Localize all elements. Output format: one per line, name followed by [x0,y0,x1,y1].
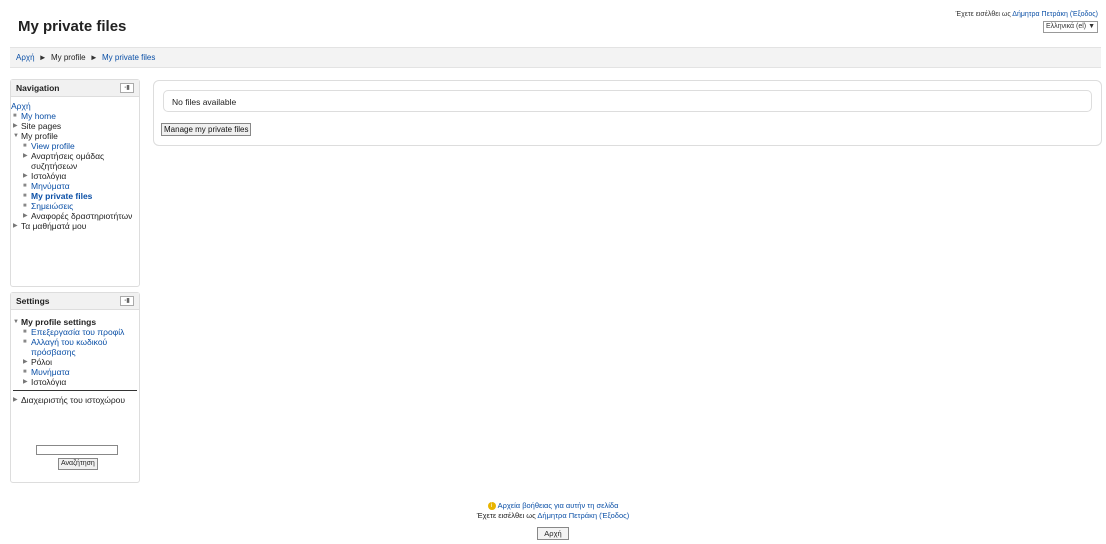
bullet-icon: ■ [23,329,27,335]
help-docs-link[interactable]: Αρχεία βοήθειας για αυτήν τη σελίδα [498,501,619,510]
nav-home-label[interactable]: Αρχή [11,101,31,111]
private-files-region: No files available Manage my private fil… [153,80,1102,146]
settings-messages-label[interactable]: Μυνήματα [31,367,70,377]
page-title: My private files [18,18,127,35]
footer: i Αρχεία βοήθειας για αυτήν τη σελίδα Έχε… [0,501,1106,540]
bullet-icon: ■ [23,193,27,199]
breadcrumb: Αρχή ► My profile ► My private files [10,47,1101,68]
collapse-block-icon[interactable]: -▮ [120,83,134,93]
settings-roles[interactable]: ▶ Ρόλοι [11,357,139,367]
collapse-arrow-icon[interactable]: ▼ [13,317,19,327]
breadcrumb-separator: ► [89,53,98,62]
expand-arrow-icon[interactable]: ▶ [13,221,18,231]
bullet-icon: ■ [23,339,27,345]
settings-blogs[interactable]: ▶ Ιστολόγια [11,377,139,390]
nav-forum-posts-label[interactable]: Αναρτήσεις ομάδας συζητήσεων [31,151,104,171]
expand-arrow-icon[interactable]: ▶ [13,395,18,405]
user-name-link[interactable]: Δήμητρα Πετράκη [1012,11,1068,18]
nav-site-pages[interactable]: ▶ Site pages [11,121,139,131]
collapse-block-icon[interactable]: -▮ [120,296,134,306]
nav-view-profile[interactable]: ■ View profile [11,141,139,151]
nav-my-profile-label[interactable]: My profile [21,131,58,141]
nav-blogs[interactable]: ▶ Ιστολόγια [11,171,139,181]
breadcrumb-home[interactable]: Αρχή [16,53,35,62]
settings-profile[interactable]: ▼ My profile settings [11,317,139,327]
nav-site-pages-label[interactable]: Site pages [21,121,61,131]
help-link-row: i Αρχεία βοήθειας για αυτήν τη σελίδα [0,501,1106,511]
expand-arrow-icon[interactable]: ▶ [23,377,28,387]
bullet-icon: ■ [13,113,17,119]
nav-home[interactable]: Αρχή [11,101,139,111]
nav-my-home[interactable]: ■ My home [11,111,139,121]
nav-forum-posts[interactable]: ▶ Αναρτήσεις ομάδας συζητήσεων [11,151,139,171]
language-select[interactable]: Ελληνικά (el) ▼ [1042,21,1098,33]
nav-my-home-label[interactable]: My home [21,111,56,121]
expand-arrow-icon[interactable]: ▶ [13,121,18,131]
settings-admin-tree: ▶ Διαχειριστής του ιστοχώρου [11,391,139,405]
bullet-icon: ■ [23,203,27,209]
nav-my-courses-label[interactable]: Τα μαθήματά μου [21,221,86,231]
nav-private-files-label[interactable]: My private files [31,191,92,201]
bullet-icon: ■ [23,143,27,149]
nav-view-profile-label[interactable]: View profile [31,141,75,151]
expand-arrow-icon[interactable]: ▶ [23,357,28,367]
bullet-icon: ■ [23,369,27,375]
breadcrumb-private-files[interactable]: My private files [102,53,155,62]
settings-profile-label[interactable]: My profile settings [21,317,96,327]
nav-my-courses[interactable]: ▶ Τα μαθήματά μου [11,221,139,231]
expand-arrow-icon[interactable]: ▶ [23,211,28,221]
logout-link[interactable]: (Έξοδος) [1070,11,1098,18]
bullet-icon: ■ [23,183,27,189]
settings-site-admin[interactable]: ▶ Διαχειριστής του ιστοχώρου [11,395,139,405]
no-files-text: No files available [172,97,237,107]
navigation-block-header: Navigation -▮ [11,80,139,97]
nav-private-files[interactable]: ■ My private files [11,191,139,201]
nav-notes[interactable]: ■ Σημειώσεις [11,201,139,211]
manage-private-files-button[interactable]: Manage my private files [161,123,252,136]
breadcrumb-separator: ► [38,53,47,62]
settings-blogs-label[interactable]: Ιστολόγια [31,377,66,387]
nav-activity-reports-label[interactable]: Αναφορές δραστηριοτήτων [31,211,132,221]
files-list: No files available [163,90,1092,112]
nav-messages[interactable]: ■ Μηνύματα [11,181,139,191]
nav-activity-reports[interactable]: ▶ Αναφορές δραστηριοτήτων [11,211,139,221]
home-button[interactable]: Αρχή [537,527,569,540]
footer-login-text: Έχετε εισέλθει ως [476,511,536,520]
login-info: Έχετε εισέλθει ως Δήμητρα Πετράκη (Έξοδο… [956,10,1098,33]
footer-logout-link[interactable]: (Έξοδος) [599,511,629,520]
settings-roles-label[interactable]: Ρόλοι [31,357,52,367]
admin-search-input[interactable] [36,445,118,455]
settings-title: Settings [16,296,50,306]
settings-edit-profile[interactable]: ■ Επεξεργασία του προφίλ [11,327,139,337]
breadcrumb-my-profile[interactable]: My profile [51,53,86,62]
footer-user-link[interactable]: Δήμητρα Πετράκη [537,511,597,520]
navigation-title: Navigation [16,83,60,93]
settings-messages[interactable]: ■ Μυνήματα [11,367,139,377]
settings-tree: ▼ My profile settings ■ Επεξεργασία του πρ… [11,310,139,390]
navigation-tree: Αρχή ■ My home ▶ Site pages ▼ My profile ■ V… [11,97,139,231]
expand-arrow-icon[interactable]: ▶ [23,151,28,161]
help-icon: i [487,502,496,511]
settings-block: Settings -▮ ▼ My profile settings ■ Επεξερ… [10,292,140,483]
nav-my-profile[interactable]: ▼ My profile [11,131,139,141]
footer-login-info: Έχετε εισέλθει ως Δήμητρα Πετράκη (Έξοδο… [0,511,1106,521]
nav-notes-label[interactable]: Σημειώσεις [31,201,73,211]
settings-change-password-label[interactable]: Αλλαγή του κωδικού πρόσβασης [31,337,107,357]
admin-search-button[interactable]: Αναζήτηση [58,458,98,470]
navigation-block: Navigation -▮ Αρχή ■ My home ▶ Site pages … [10,79,140,287]
collapse-arrow-icon[interactable]: ▼ [13,131,19,141]
nav-blogs-label[interactable]: Ιστολόγια [31,171,66,181]
nav-messages-label[interactable]: Μηνύματα [31,181,70,191]
settings-edit-profile-label[interactable]: Επεξεργασία του προφίλ [31,327,124,337]
login-prefix: Έχετε εισέλθει ως [955,11,1011,18]
expand-arrow-icon[interactable]: ▶ [23,171,28,181]
settings-block-header: Settings -▮ [11,293,139,310]
settings-site-admin-label[interactable]: Διαχειριστής του ιστοχώρου [21,395,125,405]
settings-change-password[interactable]: ■ Αλλαγή του κωδικού πρόσβασης [11,337,139,357]
